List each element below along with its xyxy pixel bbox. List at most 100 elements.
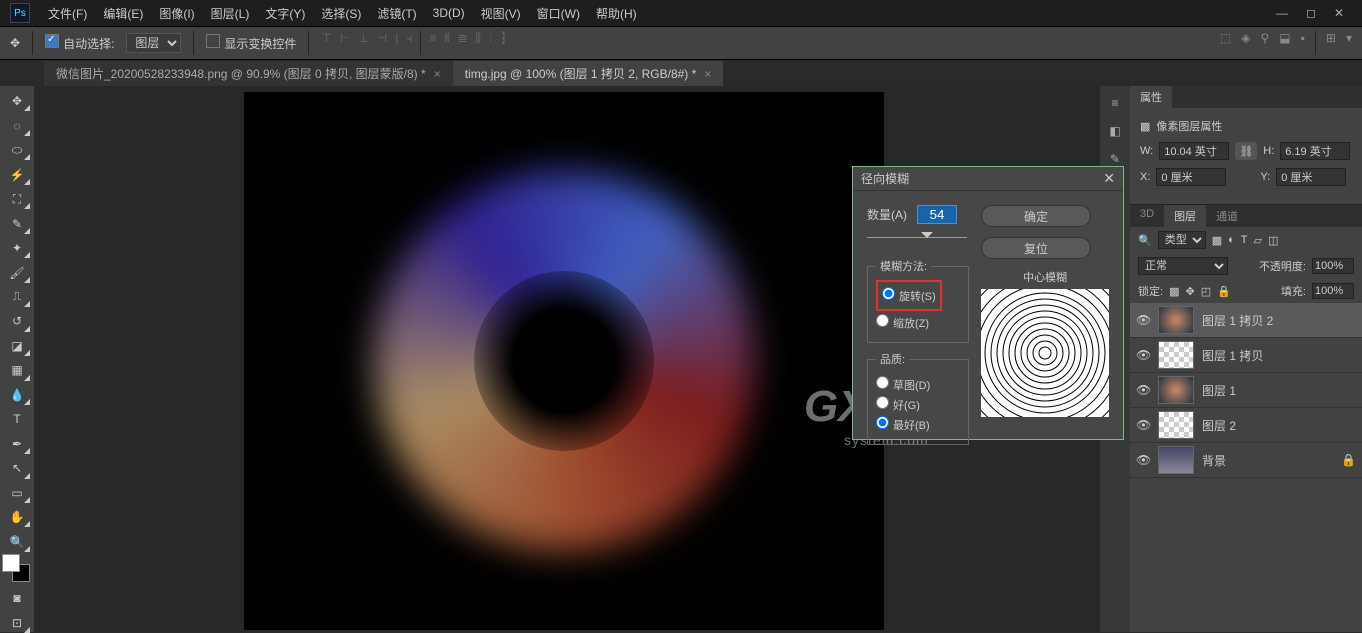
color-panel-icon[interactable]: ◧ xyxy=(1109,124,1120,138)
menu-file[interactable]: 文件(F) xyxy=(42,3,93,24)
workspace-icon[interactable]: ⊞ xyxy=(1326,31,1336,55)
shape-tool[interactable]: ▭ xyxy=(5,484,29,502)
layer-row[interactable]: 👁图层 1 拷贝 xyxy=(1130,338,1362,373)
filter-shape-icon[interactable]: ▱ xyxy=(1254,234,1262,247)
x-input[interactable] xyxy=(1156,168,1226,186)
align-icon[interactable]: ⊤ xyxy=(321,31,331,55)
tab-channels[interactable]: 通道 xyxy=(1206,205,1248,227)
quick-mask[interactable]: ◙ xyxy=(5,589,29,607)
blur-tool[interactable]: 💧 xyxy=(5,386,29,404)
align-icon[interactable]: ⊢ xyxy=(340,31,350,55)
opacity-input[interactable] xyxy=(1312,258,1354,274)
layer-thumbnail[interactable] xyxy=(1158,306,1194,334)
auto-select-dropdown[interactable]: 图层 xyxy=(126,33,181,53)
3d-mode-icon[interactable]: ▪ xyxy=(1301,31,1305,55)
layer-name[interactable]: 图层 1 拷贝 2 xyxy=(1202,312,1273,329)
magic-wand-tool[interactable]: ⚡ xyxy=(5,165,29,183)
method-zoom-radio[interactable]: 缩放(Z) xyxy=(876,314,960,331)
blend-mode-select[interactable]: 正常 xyxy=(1138,257,1228,275)
menu-layer[interactable]: 图层(L) xyxy=(205,3,256,24)
3d-mode-icon[interactable]: ⬚ xyxy=(1220,31,1231,55)
gradient-tool[interactable]: ▦ xyxy=(5,361,29,379)
layer-row[interactable]: 👁背景🔒 xyxy=(1130,443,1362,478)
layer-thumbnail[interactable] xyxy=(1158,446,1194,474)
layer-thumbnail[interactable] xyxy=(1158,341,1194,369)
window-maximize[interactable]: ◻ xyxy=(1306,6,1316,20)
type-tool[interactable]: T xyxy=(5,410,29,428)
filter-adjust-icon[interactable]: ◐ xyxy=(1228,234,1235,246)
3d-mode-icon[interactable]: ◈ xyxy=(1241,31,1250,55)
visibility-icon[interactable]: 👁 xyxy=(1136,313,1150,327)
menu-select[interactable]: 选择(S) xyxy=(315,3,367,24)
align-icon[interactable]: ⫞ xyxy=(406,31,412,55)
lock-artboard-icon[interactable]: ◰ xyxy=(1201,285,1211,298)
doc-tab-1[interactable]: 微信图片_20200528233948.png @ 90.9% (图层 0 拷贝… xyxy=(44,61,453,86)
color-swatch[interactable] xyxy=(2,554,20,572)
menu-3d[interactable]: 3D(D) xyxy=(427,4,471,22)
layer-row[interactable]: 👁 图层 1 拷贝 2 xyxy=(1130,303,1362,338)
history-brush-tool[interactable]: ↺ xyxy=(5,312,29,330)
layer-name[interactable]: 图层 1 拷贝 xyxy=(1202,347,1263,364)
method-spin-radio[interactable]: 旋转(S) xyxy=(882,287,936,304)
zoom-tool[interactable]: 🔍 xyxy=(5,532,29,550)
filter-smart-icon[interactable]: ◫ xyxy=(1268,234,1278,247)
filter-kind-icon[interactable]: 🔍 xyxy=(1138,234,1152,247)
link-icon[interactable]: ⛓ xyxy=(1235,142,1257,160)
filter-kind-select[interactable]: 类型 xyxy=(1158,231,1206,249)
ok-button[interactable]: 确定 xyxy=(981,205,1091,227)
lock-position-icon[interactable]: ✥ xyxy=(1185,285,1194,298)
layer-row[interactable]: 👁 图层 1 xyxy=(1130,373,1362,408)
fill-input[interactable] xyxy=(1312,283,1354,299)
distribute-icon[interactable]: ┇ xyxy=(500,31,507,55)
menu-window[interactable]: 窗口(W) xyxy=(531,3,586,24)
stamp-tool[interactable]: ⎍ xyxy=(5,288,29,306)
amount-input[interactable] xyxy=(917,205,957,224)
height-input[interactable] xyxy=(1280,142,1350,160)
hand-tool[interactable]: ✋ xyxy=(5,508,29,526)
close-icon[interactable]: × xyxy=(434,67,441,81)
layer-name[interactable]: 图层 1 xyxy=(1202,382,1236,399)
layer-thumbnail[interactable] xyxy=(1158,411,1194,439)
distribute-icon[interactable]: ⫼ xyxy=(476,31,482,55)
blur-center-preview[interactable] xyxy=(981,289,1109,417)
lock-all-icon[interactable]: 🔒 xyxy=(1217,285,1231,298)
distribute-icon[interactable]: ⫴ xyxy=(444,31,449,55)
menu-view[interactable]: 视图(V) xyxy=(475,3,527,24)
amount-slider[interactable] xyxy=(867,230,967,246)
pen-tool[interactable]: ✒ xyxy=(5,435,29,453)
window-close[interactable]: ✕ xyxy=(1334,6,1344,20)
reset-button[interactable]: 复位 xyxy=(981,237,1091,259)
marquee-tool[interactable]: ◌ xyxy=(5,116,29,134)
align-icon[interactable]: ⊥ xyxy=(358,31,368,55)
brush-panel-icon[interactable]: ✎ xyxy=(1110,152,1120,166)
filter-type-icon[interactable]: T xyxy=(1241,234,1248,246)
healing-tool[interactable]: ✦ xyxy=(5,239,29,257)
distribute-icon[interactable]: ⫶ xyxy=(489,31,492,55)
tab-3d[interactable]: 3D xyxy=(1130,205,1164,227)
layer-thumbnail[interactable] xyxy=(1158,376,1194,404)
eyedropper-tool[interactable]: ✎ xyxy=(5,214,29,232)
path-tool[interactable]: ↖ xyxy=(5,459,29,477)
layer-name[interactable]: 背景 xyxy=(1202,452,1226,469)
properties-tab[interactable]: 属性 xyxy=(1130,86,1172,108)
menu-filter[interactable]: 滤镜(T) xyxy=(371,3,422,24)
workspace-icon[interactable]: ▾ xyxy=(1346,31,1352,55)
crop-tool[interactable]: ⛶ xyxy=(5,190,29,208)
history-panel-icon[interactable]: ≡ xyxy=(1111,96,1118,110)
layer-name[interactable]: 图层 2 xyxy=(1202,417,1236,434)
show-transform-checkbox[interactable]: 显示变换控件 xyxy=(206,34,296,52)
close-icon[interactable]: ✕ xyxy=(1103,170,1115,187)
align-icon[interactable]: | xyxy=(395,31,398,55)
quality-best-radio[interactable]: 最好(B) xyxy=(876,416,960,433)
screen-mode[interactable]: ⊡ xyxy=(5,613,29,631)
width-input[interactable] xyxy=(1159,142,1229,160)
distribute-icon[interactable]: ≡ xyxy=(429,31,436,55)
filter-pixel-icon[interactable]: ▩ xyxy=(1212,234,1222,247)
move-tool[interactable]: ✥ xyxy=(5,92,29,110)
dialog-titlebar[interactable]: 径向模糊 ✕ xyxy=(853,167,1123,191)
visibility-icon[interactable]: 👁 xyxy=(1136,383,1150,397)
window-minimize[interactable]: — xyxy=(1276,6,1288,20)
align-icon[interactable]: ⊣ xyxy=(377,31,387,55)
menu-help[interactable]: 帮助(H) xyxy=(590,3,643,24)
distribute-icon[interactable]: ≣ xyxy=(457,31,467,55)
